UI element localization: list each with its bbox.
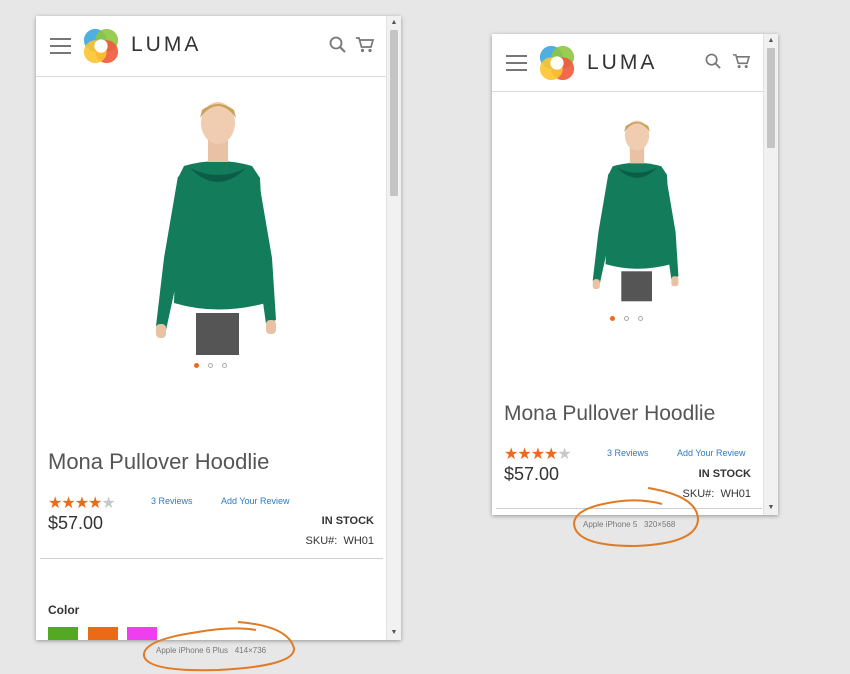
color-swatch-green[interactable] [48,627,78,640]
divider [40,558,383,559]
product-image[interactable] [587,113,687,306]
star-icon: ★ [517,446,531,463]
sku-value: WH01 [720,488,751,500]
gallery-dot[interactable] [624,316,629,321]
gallery-dots [194,363,227,368]
add-review-link[interactable]: Add Your Review [677,448,746,458]
site-header: LUMA [492,34,764,92]
chevron-down-icon[interactable]: ▼ [764,503,778,513]
search-icon[interactable] [705,53,722,70]
stock-status: IN STOCK [698,468,751,480]
sku-label: SKU#: [305,535,338,547]
chevron-down-icon[interactable]: ▼ [387,628,401,638]
product-title: Mona Pullover Hoodlie [504,402,716,425]
site-header: LUMA [36,16,387,77]
luma-logo-icon[interactable] [82,27,120,65]
gallery-dot[interactable] [638,316,643,321]
star-icon: ★ [530,446,545,463]
logo-text[interactable]: LUMA [131,33,201,57]
rating-stars: ★★★★★ [504,444,572,464]
star-icon: ★ [88,495,102,512]
star-icon: ★ [61,495,75,512]
color-label: Color [48,603,80,617]
menu-icon[interactable] [506,55,527,71]
gallery-dots [610,316,643,321]
menu-icon[interactable] [50,38,71,54]
scrollbar[interactable]: ▲ ▼ [386,16,401,640]
color-swatch-orange[interactable] [88,627,118,640]
stock-status: IN STOCK [321,515,374,527]
scrollbar-thumb[interactable] [390,30,398,196]
device-iphone6plus-frame: LUMA Mona Pullover Hoodlie ★★★★★ 3 Revie… [36,16,401,640]
reviews-link[interactable]: 3 Reviews [151,496,193,506]
star-icon: ★ [74,495,89,512]
product-price: $57.00 [504,464,560,484]
gallery-dot[interactable] [610,316,615,321]
star-icon: ★ [48,495,62,512]
cart-icon[interactable] [732,53,751,69]
star-half-icon: ★ [101,495,115,512]
cart-icon[interactable] [355,36,375,53]
logo-text[interactable]: LUMA [587,51,657,75]
gallery-dot[interactable] [208,363,213,368]
sku-value: WH01 [343,535,374,547]
star-icon: ★ [544,446,558,463]
product-title: Mona Pullover Hoodlie [48,449,270,474]
product-image[interactable] [148,98,288,355]
reviews-link[interactable]: 3 Reviews [607,448,649,458]
chevron-up-icon[interactable]: ▲ [764,36,778,46]
product-price: $57.00 [48,513,104,533]
annotation-oval [572,487,700,548]
scrollbar[interactable]: ▲ ▼ [763,34,778,515]
gallery-dot[interactable] [222,363,227,368]
scrollbar-thumb[interactable] [767,48,775,148]
star-icon: ★ [504,446,518,463]
sku-line: SKU#: WH01 [306,535,374,547]
rating-stars: ★★★★★ [48,493,116,513]
search-icon[interactable] [329,36,347,54]
annotation-oval [142,621,295,672]
gallery-dot[interactable] [194,363,199,368]
add-review-link[interactable]: Add Your Review [221,496,290,506]
star-half-icon: ★ [557,446,571,463]
device-iphone5-frame: LUMA Mona Pullover Hoodlie ★★★★★ 3 Revie… [492,34,778,515]
chevron-up-icon[interactable]: ▲ [387,18,401,28]
luma-logo-icon[interactable] [538,44,576,82]
